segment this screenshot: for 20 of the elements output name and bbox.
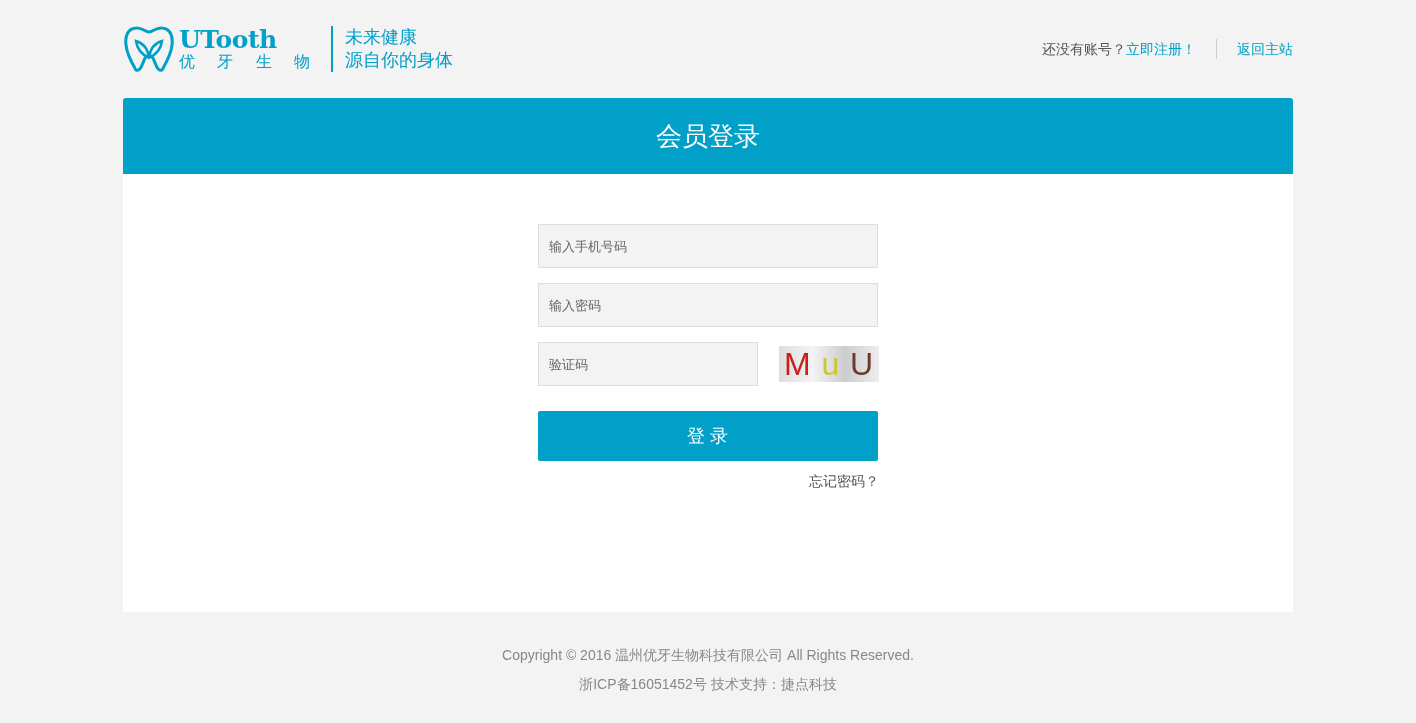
captcha-image[interactable]: M u U: [778, 346, 879, 382]
brand-subtitle: 优 牙 生 物: [179, 51, 320, 72]
captcha-field[interactable]: 验证码: [537, 342, 758, 386]
login-button[interactable]: 登 录: [537, 411, 878, 461]
captcha-character: M: [783, 346, 811, 382]
phone-field[interactable]: 输入手机号码: [537, 224, 878, 268]
slogan-line: 未来健康: [345, 26, 419, 49]
footer-text: Copyright © 2016 温州优牙生物科技有限公司 All Rights Reserved.: [501, 646, 915, 665]
captcha-character: U: [850, 346, 874, 382]
tooth-logo-icon: [123, 25, 175, 73]
captcha-character: u: [821, 346, 840, 382]
slogan-line: 源自你的身体: [345, 49, 454, 72]
forgot-password-link[interactable]: 忘记密码？: [808, 473, 879, 489]
register-link[interactable]: 立即注册！: [1126, 38, 1196, 60]
register-prompt: 还没有账号？: [1042, 39, 1126, 59]
home-link[interactable]: 返回主站: [1237, 38, 1293, 60]
footer-text: 浙ICP备16051452号 技术支持：捷点科技: [578, 675, 838, 694]
brand-name: UTooth: [179, 26, 278, 52]
login-title: 会员登录: [123, 98, 1293, 174]
password-field[interactable]: 输入密码: [537, 283, 878, 327]
